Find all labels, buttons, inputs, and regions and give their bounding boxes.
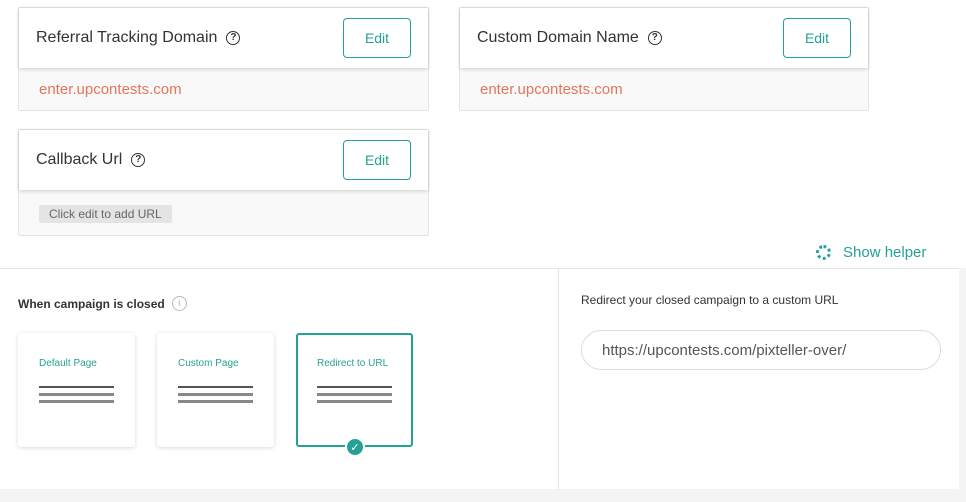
show-helper-label: Show helper — [843, 244, 927, 261]
info-icon[interactable]: i — [171, 296, 187, 311]
referral-tracking-header: Referral Tracking Domain ? Edit — [19, 8, 428, 68]
option-redirect-url[interactable]: Redirect to URL ✓ — [296, 333, 413, 457]
referral-domain-value: enter.upcontests.com — [39, 81, 182, 98]
domain-settings-area: Referral Tracking Domain ? Edit enter.up… — [0, 0, 966, 268]
callback-edit-button[interactable]: Edit — [343, 140, 411, 180]
custom-domain-edit-button[interactable]: Edit — [783, 18, 851, 58]
redirect-url-input[interactable] — [581, 330, 941, 370]
help-icon[interactable]: ? — [131, 153, 146, 167]
page-lines-icon — [317, 386, 392, 407]
help-icon[interactable]: ? — [647, 31, 662, 45]
option-custom-page-label: Custom Page — [178, 358, 239, 369]
page-lines-icon — [39, 386, 114, 407]
option-default-page-label: Default Page — [39, 358, 97, 369]
referral-tracking-card: Referral Tracking Domain ? Edit enter.up… — [18, 7, 429, 111]
check-icon: ✓ — [345, 437, 365, 457]
option-default-page[interactable]: Default Page — [18, 333, 135, 447]
custom-domain-header: Custom Domain Name ? Edit — [460, 8, 868, 68]
referral-tracking-title: Referral Tracking Domain — [36, 29, 218, 46]
lifebuoy-icon — [816, 245, 831, 260]
option-redirect-url-label: Redirect to URL — [317, 358, 389, 369]
callback-url-card: Callback Url ? Edit Click edit to add UR… — [18, 129, 429, 236]
callback-url-header: Callback Url ? Edit — [19, 130, 428, 190]
campaign-closed-label: When campaign is closed i — [18, 296, 187, 311]
custom-domain-card: Custom Domain Name ? Edit enter.upcontes… — [459, 7, 869, 111]
custom-domain-value: enter.upcontests.com — [480, 81, 623, 98]
campaign-closed-text: When campaign is closed — [18, 296, 165, 311]
campaign-closed-section: When campaign is closed i Default Page C… — [0, 268, 959, 490]
redirect-url-label: Redirect your closed campaign to a custo… — [581, 293, 839, 307]
option-custom-page[interactable]: Custom Page — [157, 333, 274, 447]
page-lines-icon — [178, 386, 253, 407]
callback-url-title: Callback Url — [36, 151, 123, 168]
help-icon[interactable]: ? — [226, 31, 241, 45]
custom-domain-title: Custom Domain Name — [477, 29, 639, 46]
callback-url-hint: Click edit to add URL — [39, 205, 172, 223]
section-divider — [558, 269, 559, 490]
referral-edit-button[interactable]: Edit — [343, 18, 411, 58]
show-helper-link[interactable]: Show helper — [816, 244, 926, 261]
